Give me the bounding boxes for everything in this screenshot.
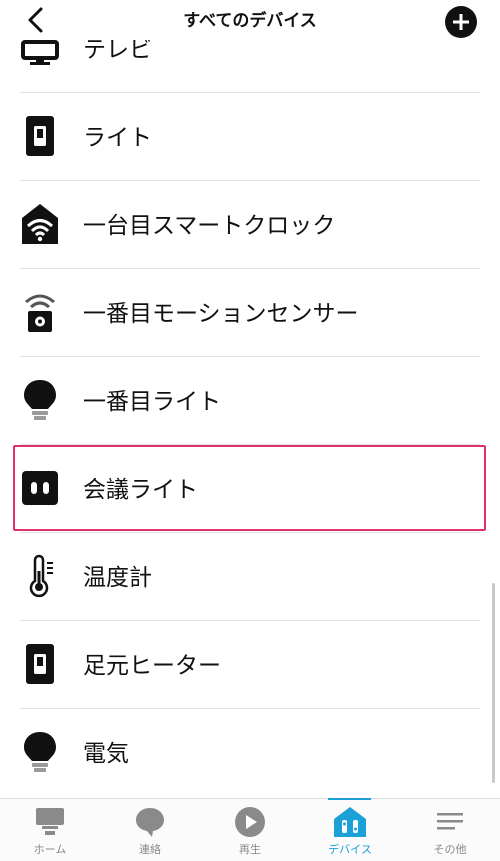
- devices-icon: [334, 807, 366, 837]
- device-label-smart-clock: 一台目スマートクロック: [83, 213, 336, 239]
- device-label-foot-heater: 足元ヒーター: [83, 653, 221, 679]
- tab-more[interactable]: その他: [400, 799, 500, 861]
- device-row-smart-clock[interactable]: 一台目スマートクロック: [0, 180, 500, 268]
- tab-play[interactable]: 再生: [200, 799, 300, 861]
- home-icon: [36, 808, 64, 835]
- device-label-thermometer: 温度計: [83, 565, 152, 591]
- device-row-thermometer[interactable]: 温度計: [0, 532, 500, 620]
- page-title: すべてのデバイス: [183, 11, 317, 31]
- tv-icon: [21, 40, 59, 65]
- chat-bubble-icon: [136, 808, 164, 837]
- switch-icon: [26, 644, 54, 684]
- selection-highlight: [13, 445, 486, 531]
- device-row-foot-heater[interactable]: 足元ヒーター: [0, 620, 500, 708]
- motion-sensor-icon: [25, 294, 55, 332]
- bottom-tab-bar: ホーム 連絡 再生 デバイス その他: [0, 798, 500, 861]
- add-device-button[interactable]: [445, 6, 477, 38]
- device-label-electric: 電気: [83, 741, 129, 767]
- device-label-first-light: 一番目ライト: [83, 389, 221, 415]
- tab-devices[interactable]: デバイス: [300, 799, 400, 861]
- plus-icon: [453, 14, 469, 30]
- device-row-motion-sensor[interactable]: 一番目モーションセンサー: [0, 268, 500, 356]
- device-row-electric[interactable]: 電気: [0, 708, 500, 796]
- play-icon: [235, 807, 265, 837]
- active-tab-indicator: [328, 798, 371, 800]
- scrollbar[interactable]: [492, 583, 495, 783]
- bulb-icon: [24, 380, 56, 420]
- tab-home-label: ホーム: [33, 843, 67, 856]
- device-label-motion-sensor: 一番目モーションセンサー: [83, 301, 359, 327]
- tab-play-label: 再生: [239, 843, 261, 856]
- header: すべてのデバイス: [0, 0, 500, 40]
- device-row-light[interactable]: ライト: [0, 92, 500, 180]
- tab-home[interactable]: ホーム: [0, 799, 100, 861]
- tab-devices-label: デバイス: [328, 843, 372, 856]
- tab-contacts-label: 連絡: [139, 843, 161, 856]
- smart-home-wifi-icon: [22, 204, 58, 244]
- thermometer-icon: [29, 554, 53, 598]
- device-row-first-light[interactable]: 一番目ライト: [0, 356, 500, 444]
- tab-more-label: その他: [433, 843, 467, 856]
- menu-icon: [437, 813, 463, 830]
- device-label-light: ライト: [83, 125, 152, 151]
- switch-icon: [26, 116, 54, 156]
- bulb-icon: [24, 732, 56, 772]
- tab-contacts[interactable]: 連絡: [100, 799, 200, 861]
